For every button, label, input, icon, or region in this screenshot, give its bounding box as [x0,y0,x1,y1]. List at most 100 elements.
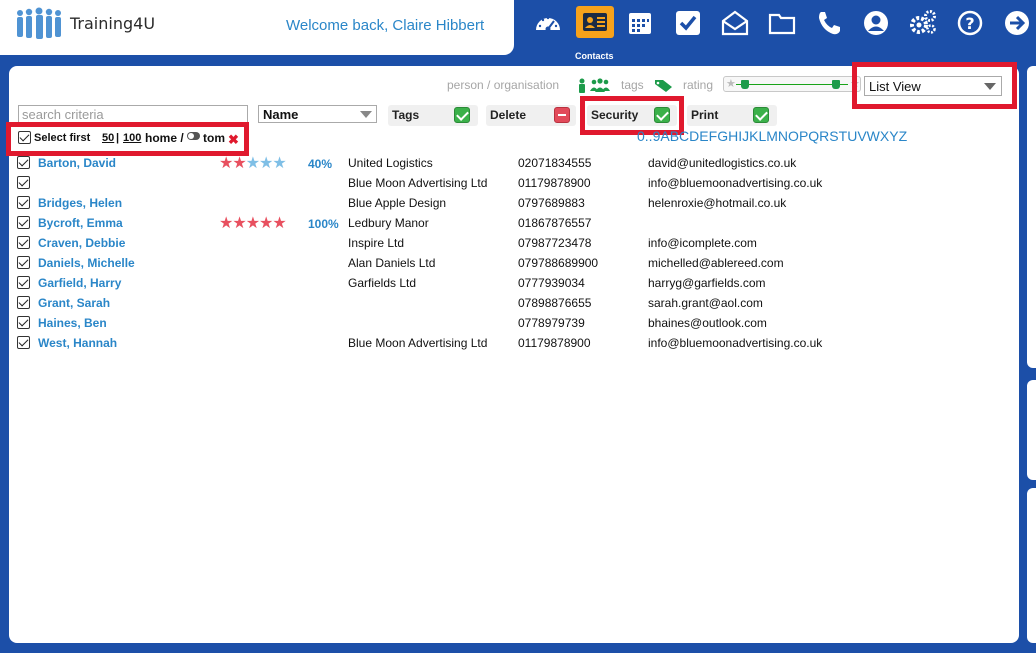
email-address: sarah.grant@aol.com [648,296,763,310]
contact-name[interactable]: West, Hannah [38,336,117,350]
phone-number: 01179878900 [518,176,591,190]
phone-number: 0797689883 [518,196,585,210]
contact-name[interactable]: Craven, Debbie [38,236,125,250]
phone-number: 07898876655 [518,296,592,310]
rating-slider[interactable]: ★ ★ [723,76,861,92]
alpha-letter[interactable]: A [660,128,669,144]
rating-min-thumb[interactable] [741,80,749,89]
row-checkbox[interactable] [17,156,30,169]
folder-icon[interactable] [764,6,800,40]
tasks-icon[interactable] [670,6,706,40]
chevron-down-icon [360,111,372,118]
star-icon: ★ [272,155,286,172]
rating-stars: ★★★★★ [219,213,287,233]
table-row: Craven, Debbie Inspire Ltd 07987723478 info… [9,234,1009,254]
table-row: Grant, Sarah 07898876655 sarah.grant@aol.c… [9,294,1009,314]
tags-button-label: Tags [392,108,420,122]
alpha-letter[interactable]: V [857,128,866,144]
phone-number: 01867876557 [518,216,592,230]
email-address: michelled@ablereed.com [648,256,784,270]
alpha-letter[interactable]: M [766,128,778,144]
alpha-letter[interactable]: R [819,128,829,144]
contact-name[interactable]: Bridges, Helen [38,196,122,210]
contact-name[interactable]: Daniels, Michelle [38,256,135,270]
contact-name[interactable]: Bycroft, Emma [38,216,123,230]
row-checkbox[interactable] [17,176,30,189]
dashboard-icon[interactable] [530,6,566,40]
sort-select[interactable]: Name [258,105,377,123]
row-checkbox[interactable] [17,316,30,329]
mail-icon[interactable] [717,6,753,40]
brand-name: Training4U [70,14,156,33]
tags-filter[interactable]: tags [621,78,644,92]
alpha-letter[interactable]: Z [899,128,908,144]
side-panel-bottom[interactable] [1027,488,1036,643]
alpha-letter[interactable]: D [689,128,699,144]
alpha-letter[interactable]: E [699,128,708,144]
row-checkbox[interactable] [17,196,30,209]
side-panel-top[interactable] [1027,66,1036,368]
svg-text:?: ? [965,14,974,33]
row-checkbox[interactable] [17,336,30,349]
help-icon[interactable]: ? [952,6,988,40]
side-panel-middle[interactable] [1027,380,1036,480]
alpha-letter[interactable]: Y [889,128,898,144]
table-row: Garfield, Harry Garfields Ltd 0777939034 ha… [9,274,1009,294]
phone-number: 02071834555 [518,156,592,170]
email-address: david@unitedlogistics.co.uk [648,156,797,170]
alpha-letter[interactable]: X [880,128,889,144]
star-icon: ★ [232,215,246,232]
person-organisation-filter[interactable]: person / organisation [447,78,559,92]
contact-name[interactable]: Garfield, Harry [38,276,121,290]
alpha-letter[interactable]: C [679,128,689,144]
alpha-letter[interactable]: G [717,128,728,144]
tag-icon[interactable] [654,79,674,93]
row-checkbox[interactable] [17,256,30,269]
contact-name[interactable]: Haines, Ben [38,316,107,330]
phone-icon[interactable] [811,6,847,40]
alpha-letter[interactable]: 0..9 [637,128,660,144]
table-row: Blue Moon Advertising Ltd 01179878900 info… [9,174,1009,194]
highlight-box-view [852,62,1017,109]
delete-button[interactable]: Delete [486,105,576,126]
logout-icon[interactable] [999,6,1035,40]
alpha-letter[interactable]: P [799,128,808,144]
alpha-letter[interactable]: B [670,128,679,144]
alpha-letter[interactable]: O [788,128,799,144]
contact-name[interactable]: Grant, Sarah [38,296,110,310]
star-icon: ★ [272,215,286,232]
user-icon[interactable] [858,6,894,40]
row-checkbox[interactable] [17,216,30,229]
star-icon: ★ [232,155,246,172]
active-nav-label: Contacts [575,51,614,61]
organisation: Blue Moon Advertising Ltd [348,176,488,190]
alpha-letter[interactable]: H [728,128,738,144]
star-icon: ★ [259,155,273,172]
row-checkbox[interactable] [17,236,30,249]
row-checkbox[interactable] [17,296,30,309]
alpha-letter[interactable]: Q [808,128,819,144]
organisation: United Logistics [348,156,433,170]
alpha-letter[interactable]: S [829,128,838,144]
contact-name[interactable]: Barton, David [38,156,116,170]
alpha-letter[interactable]: U [847,128,857,144]
group-icon[interactable] [590,78,610,93]
tags-button[interactable]: Tags [388,105,478,126]
settings-icon[interactable] [905,6,941,40]
phone-number: 0777939034 [518,276,585,290]
alpha-letter[interactable]: T [839,128,848,144]
alpha-letter[interactable]: N [778,128,788,144]
print-button[interactable]: Print [687,105,777,126]
alpha-letter[interactable]: W [867,128,880,144]
person-icon[interactable] [577,78,587,93]
rating-max-thumb[interactable] [832,80,840,89]
email-address: info@icomplete.com [648,236,757,250]
app-header: Training4U Welcome back, Claire Hibbert [0,0,1036,66]
row-checkbox[interactable] [17,276,30,289]
brand-panel: Training4U Welcome back, Claire Hibbert [0,0,514,55]
organisation: Inspire Ltd [348,236,405,250]
contacts-icon[interactable] [576,6,614,38]
calendar-icon[interactable] [622,6,658,40]
phone-number: 07987723478 [518,236,592,250]
alpha-letter[interactable]: F [709,128,718,144]
